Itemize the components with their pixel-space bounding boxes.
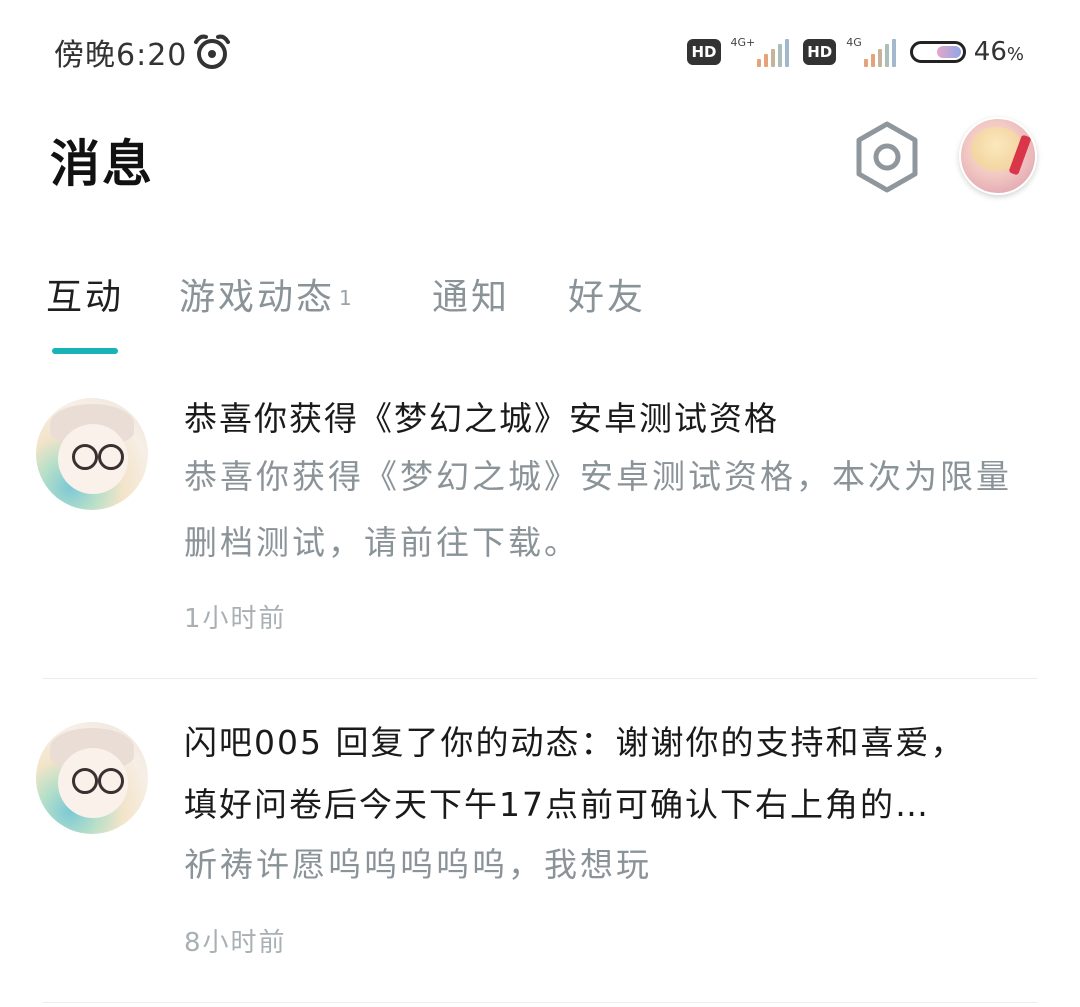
status-icons: HD 4G+ HD 4G 46%	[687, 34, 1024, 70]
battery-icon	[909, 41, 966, 63]
active-tab-indicator	[52, 348, 118, 354]
page-title: 消息	[50, 135, 154, 193]
tab-game-updates[interactable]: 游戏动态 1	[179, 268, 355, 320]
divider	[43, 1002, 1037, 1003]
tab-label: 好友	[568, 277, 647, 318]
sim1-hd-badge: HD	[687, 39, 721, 65]
signal-icon	[863, 37, 896, 67]
message-title: 闪吧005 回复了你的动态：谢谢你的支持和喜爱，	[184, 723, 966, 762]
message-time: 1小时前	[184, 604, 287, 634]
message-title: 恭喜你获得《梦幻之城》安卓测试资格	[184, 399, 779, 438]
tab-notifications[interactable]: 通知	[432, 268, 510, 320]
message-body: 恭喜你获得《梦幻之城》安卓测试资格，本次为限量删档测试，请前往下载。	[184, 457, 1012, 562]
message-title-continued: 填好问卷后今天下午17点前可确认下右上角的…	[184, 785, 930, 824]
message-item[interactable]: 恭喜你获得《梦幻之城》安卓测试资格 恭喜你获得《梦幻之城》安卓测试资格，本次为限…	[0, 380, 1080, 680]
divider	[43, 678, 1037, 679]
tab-friends[interactable]: 好友	[568, 268, 646, 320]
message-body: 祈祷许愿呜呜呜呜呜，我想玩	[184, 845, 652, 884]
battery-level	[936, 46, 961, 58]
hexagon-gear-icon	[856, 121, 918, 193]
unread-count-badge: 1	[339, 286, 355, 310]
sim2-hd-badge: HD	[803, 39, 837, 65]
tab-label: 游戏动态	[179, 277, 336, 318]
sender-avatar	[36, 722, 148, 834]
sim1-network-label: 4G+	[730, 35, 756, 49]
message-time: 8小时前	[184, 928, 287, 958]
settings-button[interactable]	[852, 120, 922, 194]
sim2-network-label: 4G	[846, 35, 862, 49]
profile-avatar-button[interactable]	[959, 117, 1037, 195]
sender-avatar	[36, 398, 148, 510]
battery-percent: 46%	[973, 37, 1024, 67]
status-bar: 傍晚6:20 HD 4G+ HD 4G 46%	[0, 0, 1080, 100]
screen: 傍晚6:20 HD 4G+ HD 4G 46% 消息 互动 游戏动态 1 通知 …	[0, 0, 1080, 1007]
alarm-icon	[194, 34, 230, 69]
tab-label: 互动	[46, 277, 125, 318]
signal-icon	[757, 37, 790, 67]
tab-interaction[interactable]: 互动	[46, 268, 124, 320]
message-item[interactable]: 闪吧005 回复了你的动态：谢谢你的支持和喜爱， 填好问卷后今天下午17点前可确…	[0, 704, 1080, 1004]
status-time: 傍晚6:20	[54, 38, 188, 73]
tab-label: 通知	[432, 277, 511, 318]
